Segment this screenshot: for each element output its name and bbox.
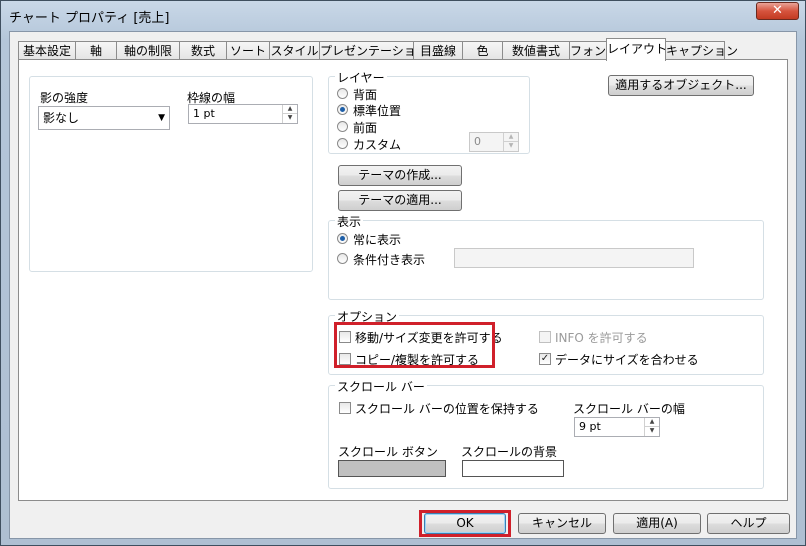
layer-normal-radio[interactable] <box>337 104 348 115</box>
fit-to-data-label: データにサイズを合わせる <box>555 353 699 367</box>
shadow-intensity-select[interactable]: 影なし ▼ <box>38 106 170 130</box>
chevron-down-icon: ▼ <box>158 113 165 123</box>
tab-presentation[interactable]: プレゼンテーション <box>319 41 428 60</box>
layer-custom-radio[interactable] <box>337 138 348 149</box>
display-always-label: 常に表示 <box>353 233 402 247</box>
dialog-window: チャート プロパティ [売上] ✕ 基本設定 軸 軸の制限 数式 ソート スタイ… <box>0 0 806 546</box>
layer-front-radio[interactable] <box>337 121 348 132</box>
create-theme-button[interactable]: テーマの作成... <box>338 165 462 186</box>
layer-legend: レイヤー <box>335 69 387 86</box>
tab-axis[interactable]: 軸 <box>75 41 117 60</box>
tab-caption[interactable]: キャプション <box>665 41 738 60</box>
scrollbar-group: スクロール バー スクロール バーの位置を保持する スクロール バーの幅 9 p… <box>328 378 764 489</box>
display-legend: 表示 <box>335 213 364 230</box>
layer-custom-value: 0 <box>474 135 481 148</box>
tab-number-format[interactable]: 数値書式 <box>502 41 570 60</box>
highlight-options-box <box>334 322 495 368</box>
scrollbar-width-value: 9 pt <box>579 420 601 433</box>
spin-up-icon[interactable]: ▲ <box>283 105 297 114</box>
help-label: ヘルプ <box>730 516 767 530</box>
layer-normal-label: 標準位置 <box>353 104 402 118</box>
apply-theme-button[interactable]: テーマの適用... <box>338 190 462 211</box>
close-button[interactable]: ✕ <box>756 2 799 20</box>
display-always-radio[interactable] <box>337 233 348 244</box>
fit-to-data-checkbox[interactable]: ✓ <box>539 353 551 365</box>
spin-down-icon[interactable]: ▼ <box>645 427 659 436</box>
scroll-bg-color-swatch[interactable] <box>462 460 564 477</box>
border-width-input[interactable]: 1 pt ▲ ▼ <box>188 104 298 124</box>
apply-button[interactable]: 適用(A) <box>613 513 701 534</box>
spin-down-icon[interactable]: ▼ <box>504 142 518 151</box>
layer-custom-label: カスタム <box>353 138 402 152</box>
shadow-label: 影の強度 <box>40 91 89 105</box>
scrollbar-width-spinner[interactable]: ▲ ▼ <box>644 418 659 436</box>
keep-scroll-position-checkbox[interactable] <box>339 402 351 414</box>
keep-scroll-position-label: スクロール バーの位置を保持する <box>355 402 539 416</box>
spin-down-icon[interactable]: ▼ <box>283 114 297 123</box>
layer-back-label: 背面 <box>353 88 378 102</box>
border-width-spinner[interactable]: ▲ ▼ <box>282 105 297 123</box>
highlight-ok-box <box>419 510 511 537</box>
shadow-intensity-value: 影なし <box>43 111 80 125</box>
apply-theme-label: テーマの適用... <box>358 193 442 207</box>
tab-general[interactable]: 基本設定 <box>18 41 76 60</box>
display-condition-input[interactable] <box>454 248 694 268</box>
tab-colors[interactable]: 色 <box>462 41 503 60</box>
allow-info-label: INFO を許可する <box>555 331 648 345</box>
layer-back-radio[interactable] <box>337 88 348 99</box>
scrollbar-width-label: スクロール バーの幅 <box>573 402 685 416</box>
display-conditional-label: 条件付き表示 <box>353 253 426 267</box>
scrollbar-legend: スクロール バー <box>335 378 427 395</box>
create-theme-label: テーマの作成... <box>358 168 442 182</box>
layer-custom-input[interactable]: 0 ▲ ▼ <box>469 132 519 152</box>
tab-axis-limits[interactable]: 軸の制限 <box>116 41 180 60</box>
display-group: 表示 常に表示 条件付き表示 <box>328 213 764 300</box>
window-title: チャート プロパティ [売上] <box>9 11 170 26</box>
spin-up-icon[interactable]: ▲ <box>645 418 659 427</box>
scroll-bg-label: スクロールの背景 <box>461 445 558 459</box>
scroll-button-label: スクロール ボタン <box>338 445 438 459</box>
apply-label: 適用(A) <box>636 516 678 530</box>
display-conditional-radio[interactable] <box>337 253 348 264</box>
tab-font[interactable]: フォント <box>569 41 618 60</box>
layout-tab-panel: 影の強度 影なし ▼ 枠線の幅 1 pt ▲ ▼ レイヤー 背面 標準位置 前面… <box>18 59 788 501</box>
cancel-button[interactable]: キャンセル <box>518 513 606 534</box>
apply-to-objects-label: 適用するオブジェクト... <box>615 78 747 92</box>
apply-to-objects-button[interactable]: 適用するオブジェクト... <box>608 75 754 96</box>
tab-sort[interactable]: ソート <box>226 41 270 60</box>
tab-gridlines[interactable]: 目盛線 <box>413 41 463 60</box>
spin-up-icon[interactable]: ▲ <box>504 133 518 142</box>
scrollbar-width-input[interactable]: 9 pt ▲ ▼ <box>574 417 660 437</box>
layer-group: レイヤー 背面 標準位置 前面 カスタム 0 ▲ ▼ <box>328 69 530 154</box>
tab-style[interactable]: スタイル <box>269 41 320 60</box>
border-width-value: 1 pt <box>193 107 215 120</box>
help-button[interactable]: ヘルプ <box>707 513 790 534</box>
dialog-body: 基本設定 軸 軸の制限 数式 ソート スタイル プレゼンテーション 目盛線 色 … <box>9 31 797 539</box>
tab-expressions[interactable]: 数式 <box>179 41 227 60</box>
layer-custom-spinner[interactable]: ▲ ▼ <box>503 133 518 151</box>
layer-front-label: 前面 <box>353 121 378 135</box>
title-bar[interactable]: チャート プロパティ [売上] ✕ <box>1 1 805 29</box>
tab-layout[interactable]: レイアウト <box>606 38 667 61</box>
cancel-label: キャンセル <box>531 516 592 530</box>
scroll-button-color-swatch[interactable] <box>338 460 446 477</box>
shadow-border-group: 影の強度 影なし ▼ 枠線の幅 1 pt ▲ ▼ <box>29 76 313 272</box>
allow-info-checkbox[interactable] <box>539 331 551 343</box>
